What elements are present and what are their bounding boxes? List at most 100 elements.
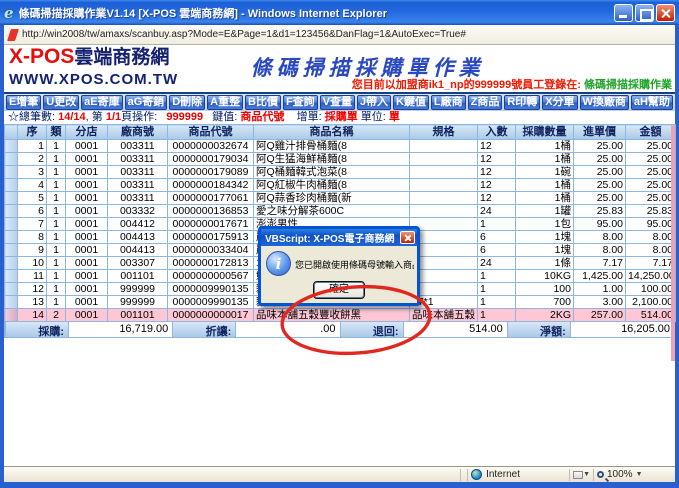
table-cell[interactable]: 1 bbox=[478, 309, 516, 322]
table-cell[interactable]: 1桶 bbox=[516, 192, 574, 205]
toolbar-button[interactable]: U更改 bbox=[43, 95, 79, 110]
table-cell[interactable]: 12 bbox=[478, 140, 516, 153]
table-cell[interactable]: 1,425.00 bbox=[574, 270, 626, 283]
dialog-close-icon[interactable] bbox=[400, 231, 415, 244]
row-selector[interactable] bbox=[5, 205, 18, 218]
table-cell[interactable]: 0001 bbox=[66, 257, 108, 270]
table-cell[interactable]: 0000000179034 bbox=[168, 153, 254, 166]
table-cell[interactable]: 999999 bbox=[108, 283, 168, 296]
table-cell[interactable]: 0000000179089 bbox=[168, 166, 254, 179]
row-selector[interactable] bbox=[5, 192, 18, 205]
table-cell[interactable]: 6 bbox=[478, 244, 516, 257]
toolbar-button[interactable]: aH幫助 bbox=[631, 95, 673, 110]
table-cell[interactable]: 25.00 bbox=[574, 192, 626, 205]
table-cell[interactable]: 11 bbox=[18, 270, 47, 283]
toolbar-button[interactable]: F查詢 bbox=[283, 95, 318, 110]
table-cell[interactable]: 0001 bbox=[66, 218, 108, 231]
table-cell[interactable]: 8 bbox=[18, 231, 47, 244]
table-cell[interactable]: 2KG bbox=[516, 309, 574, 322]
table-cell[interactable]: 12 bbox=[478, 153, 516, 166]
table-cell[interactable]: 0000009990135 bbox=[168, 283, 254, 296]
table-cell[interactable]: 1桶 bbox=[516, 179, 574, 192]
table-cell[interactable] bbox=[410, 166, 478, 179]
table-cell[interactable]: 003311 bbox=[108, 140, 168, 153]
toolbar-button[interactable]: X分單 bbox=[542, 95, 577, 110]
toolbar-button[interactable]: V查量 bbox=[320, 95, 355, 110]
table-cell[interactable]: 1包 bbox=[516, 218, 574, 231]
row-selector[interactable] bbox=[5, 231, 18, 244]
table-cell[interactable]: 2,100.00 bbox=[626, 296, 676, 309]
protected-mode-icon[interactable] bbox=[573, 471, 583, 479]
table-cell[interactable]: 阿Q蒜香珍肉桶麵(新 bbox=[254, 192, 410, 205]
toolbar-button[interactable]: Z商品 bbox=[468, 95, 503, 110]
table-cell[interactable]: 1 bbox=[47, 153, 66, 166]
table-cell[interactable]: 514.00 bbox=[626, 309, 676, 322]
table-cell[interactable]: 5 bbox=[18, 192, 47, 205]
table-cell[interactable]: 25.00 bbox=[574, 166, 626, 179]
minimize-button[interactable] bbox=[614, 4, 633, 22]
table-cell[interactable]: 0000000175913 bbox=[168, 231, 254, 244]
row-selector[interactable] bbox=[5, 153, 18, 166]
table-cell[interactable]: 25.00 bbox=[626, 140, 676, 153]
toolbar-button[interactable]: K鍵值 bbox=[393, 95, 429, 110]
table-cell[interactable]: 0001 bbox=[66, 205, 108, 218]
table-cell[interactable]: 0000009990135 bbox=[168, 296, 254, 309]
table-cell[interactable]: 8.00 bbox=[574, 231, 626, 244]
table-cell[interactable]: 8.00 bbox=[574, 244, 626, 257]
table-cell[interactable]: 003332 bbox=[108, 205, 168, 218]
table-cell[interactable]: 13 bbox=[18, 296, 47, 309]
table-cell[interactable]: 0001 bbox=[66, 309, 108, 322]
table-cell[interactable]: 8.00 bbox=[626, 231, 676, 244]
row-selector[interactable] bbox=[5, 140, 18, 153]
table-cell[interactable]: 1罐 bbox=[516, 205, 574, 218]
table-cell[interactable]: 1 bbox=[478, 270, 516, 283]
table-cell[interactable]: 1桶 bbox=[516, 153, 574, 166]
toolbar-button[interactable]: D刪除 bbox=[169, 95, 205, 110]
table-cell[interactable]: 24 bbox=[478, 257, 516, 270]
table-cell[interactable]: 700 bbox=[516, 296, 574, 309]
zoom-dropdown-icon[interactable]: ▼ bbox=[636, 471, 643, 478]
table-cell[interactable]: 12 bbox=[478, 192, 516, 205]
table-cell[interactable]: 0001 bbox=[66, 283, 108, 296]
table-cell[interactable]: 7.17 bbox=[626, 257, 676, 270]
table-cell[interactable]: 0001 bbox=[66, 244, 108, 257]
protected-dropdown-icon[interactable]: ▼ bbox=[583, 471, 590, 478]
table-cell[interactable]: 8.00 bbox=[626, 244, 676, 257]
table-cell[interactable]: 0001 bbox=[66, 296, 108, 309]
table-cell[interactable]: 003311 bbox=[108, 166, 168, 179]
table-cell[interactable]: 25.00 bbox=[574, 140, 626, 153]
table-cell[interactable] bbox=[410, 140, 478, 153]
table-cell[interactable]: 2 bbox=[47, 309, 66, 322]
table-cell[interactable]: 1 bbox=[47, 257, 66, 270]
table-cell[interactable]: 1 bbox=[47, 270, 66, 283]
table-cell[interactable]: 0000000177061 bbox=[168, 192, 254, 205]
row-selector[interactable] bbox=[5, 244, 18, 257]
table-cell[interactable]: 品味本舖五穀豐收餅黑 bbox=[254, 309, 410, 322]
table-cell[interactable]: 0001 bbox=[66, 179, 108, 192]
table-cell[interactable]: 003311 bbox=[108, 153, 168, 166]
table-cell[interactable]: 0000000017671 bbox=[168, 218, 254, 231]
table-cell[interactable]: 4 bbox=[18, 179, 47, 192]
table-cell[interactable]: 0001 bbox=[66, 270, 108, 283]
table-cell[interactable]: 0001 bbox=[66, 192, 108, 205]
table-cell[interactable]: 7 bbox=[18, 218, 47, 231]
table-cell[interactable]: 001101 bbox=[108, 270, 168, 283]
toolbar-button[interactable]: J帶入 bbox=[357, 95, 391, 110]
table-cell[interactable]: 0001 bbox=[66, 231, 108, 244]
table-cell[interactable]: 25.00 bbox=[574, 179, 626, 192]
toolbar-button[interactable]: W換廠商 bbox=[580, 95, 629, 110]
table-cell[interactable]: 1 bbox=[478, 283, 516, 296]
table-cell[interactable]: 6 bbox=[478, 231, 516, 244]
table-cell[interactable]: 1 bbox=[47, 218, 66, 231]
table-cell[interactable]: 1塊 bbox=[516, 231, 574, 244]
table-cell[interactable]: 1 bbox=[18, 140, 47, 153]
table-cell[interactable]: 0000000136853 bbox=[168, 205, 254, 218]
toolbar-button[interactable]: E增筆 bbox=[6, 95, 41, 110]
table-cell[interactable]: 14,250.00 bbox=[626, 270, 676, 283]
table-cell[interactable]: 7.17 bbox=[574, 257, 626, 270]
table-cell[interactable]: 9 bbox=[18, 244, 47, 257]
table-cell[interactable]: 100 bbox=[516, 283, 574, 296]
table-cell[interactable] bbox=[410, 192, 478, 205]
table-cell[interactable]: 10KG bbox=[516, 270, 574, 283]
table-cell[interactable]: 0000000172813 bbox=[168, 257, 254, 270]
